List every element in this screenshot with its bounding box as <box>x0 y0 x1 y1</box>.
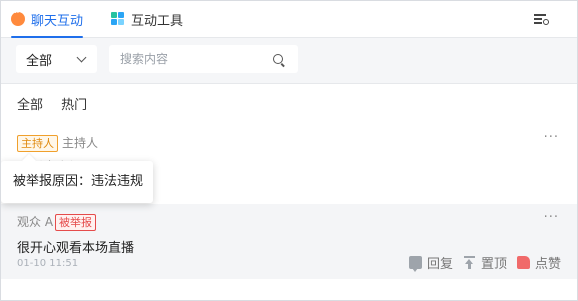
category-select-value: 全部 <box>26 53 53 69</box>
grid-tools-icon <box>111 12 125 26</box>
reported-status-tag[interactable]: 被举报 <box>55 214 96 231</box>
sub-filter-tabs: 全部 热门 <box>17 94 101 113</box>
chat-bubble-icon <box>11 8 25 26</box>
chat-panel: 聊天互动 互动工具 全部 全部 热门 <box>0 0 578 301</box>
subfilter-all[interactable]: 全部 <box>17 98 43 113</box>
more-options-icon[interactable]: ··· <box>544 130 559 145</box>
reply-icon <box>408 256 422 272</box>
search-input[interactable] <box>109 45 298 73</box>
tab-tools-label: 互动工具 <box>131 13 184 29</box>
like-button[interactable]: 点赞 <box>516 253 561 272</box>
message-text: 很开心观看本场直播 <box>17 241 135 256</box>
chevron-down-icon <box>76 52 87 63</box>
pin-top-label: 置顶 <box>480 257 507 272</box>
like-icon <box>516 256 530 269</box>
tab-tools[interactable]: 互动工具 <box>111 1 183 37</box>
like-label: 点赞 <box>534 257 561 272</box>
sender-name: 观众 A <box>17 215 54 229</box>
reply-label: 回复 <box>426 257 453 272</box>
filter-bar: 全部 <box>1 38 577 84</box>
category-select[interactable]: 全部 <box>16 45 97 73</box>
reply-button[interactable]: 回复 <box>408 253 453 272</box>
report-reason-tooltip: 被举报原因：违法违规 <box>1 153 153 203</box>
menu-settings-icon[interactable] <box>534 12 549 26</box>
sender-name: 主持人 <box>62 136 99 150</box>
tab-bar: 聊天互动 互动工具 <box>1 1 577 38</box>
search-icon[interactable] <box>273 54 283 64</box>
pin-top-button[interactable]: 置顶 <box>463 253 507 272</box>
tooltip-text: 被举报原因：违法违规 <box>13 174 144 189</box>
message-time: 01-10 11:51 <box>17 258 79 269</box>
subfilter-hot[interactable]: 热门 <box>61 98 87 113</box>
more-options-icon[interactable]: ··· <box>544 210 559 225</box>
tab-chat[interactable]: 聊天互动 <box>11 1 84 38</box>
host-role-tag: 主持人 <box>17 135 58 152</box>
message-item-reported: 观众 A 被举报 ··· 很开心观看本场直播 01-10 11:51 回复 置顶… <box>1 204 577 279</box>
tab-chat-label: 聊天互动 <box>31 13 84 29</box>
message-actions: 回复 置顶 点赞 <box>399 253 561 272</box>
pin-top-icon <box>463 256 476 269</box>
